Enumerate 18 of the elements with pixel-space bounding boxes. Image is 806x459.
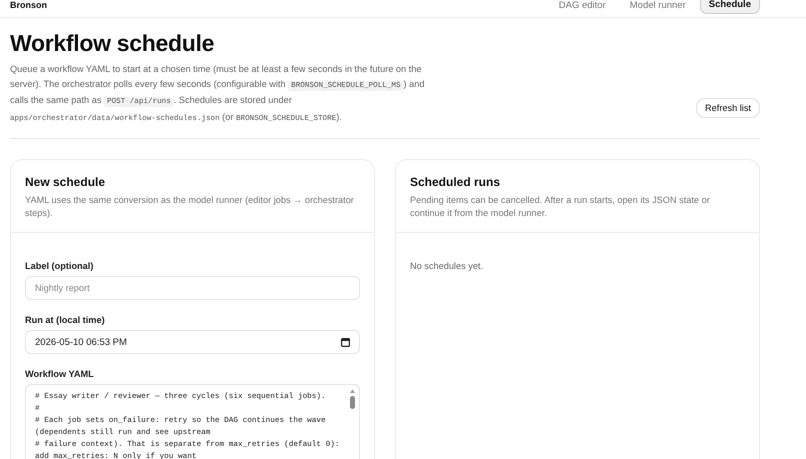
label-input[interactable]: Nightly report (25, 276, 360, 300)
field-label: Workflow YAML (25, 369, 95, 379)
card-subtitle: YAML uses the same conversion as the model runner (editor jobs → orchestrator steps). (25, 194, 355, 220)
scrollbar[interactable] (349, 388, 356, 410)
nav-tab[interactable]: Schedule (700, 0, 760, 14)
empty-message: No schedules yet. (410, 261, 484, 271)
card-subtitle: Pending items can be cancelled. After a run starts, open its JSON state or continue it from the model runner. (410, 194, 711, 220)
card-title: Scheduled runs (410, 175, 502, 189)
brand-name: Bronson (10, 0, 47, 10)
field-label: Run at (local time) (25, 315, 106, 325)
datetime-value[interactable]: 2026-05-10 06:53 PM (35, 336, 127, 348)
calendar-icon[interactable] (341, 338, 350, 346)
card-title: New schedule (25, 175, 106, 189)
nav-tab[interactable]: Model runner (620, 0, 696, 14)
nav-tab[interactable]: DAG editor (548, 0, 616, 14)
field-label: Label (optional) (25, 261, 94, 271)
refresh-button[interactable]: Refresh list (696, 98, 760, 118)
page-title: Workflow schedule (10, 30, 216, 57)
